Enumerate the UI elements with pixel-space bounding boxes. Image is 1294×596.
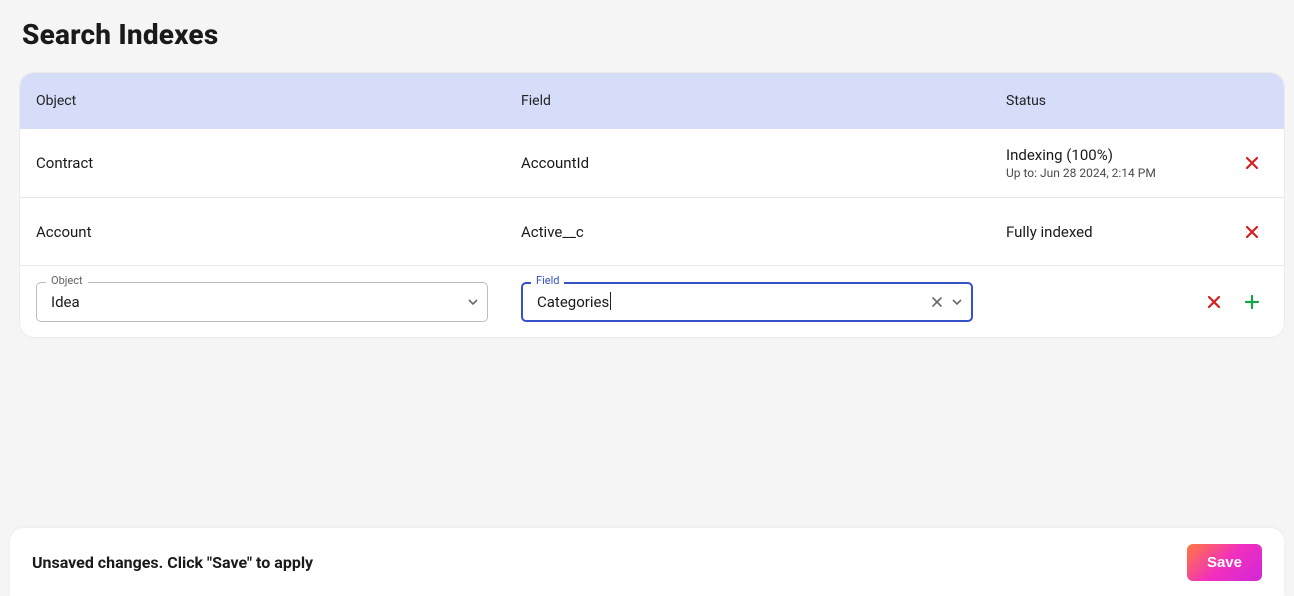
object-select-value: Idea <box>51 293 467 311</box>
save-button[interactable]: Save <box>1187 544 1262 581</box>
status-text: Indexing (100%) <box>1006 146 1184 164</box>
cell-object-input: Object Idea <box>36 282 521 322</box>
table-header-row: Object Field Status <box>20 73 1284 129</box>
close-icon <box>1244 155 1260 171</box>
cell-field: Active__c <box>521 223 1006 241</box>
close-icon <box>1244 224 1260 240</box>
delete-row-button[interactable] <box>1204 292 1224 312</box>
new-index-row: Object Idea Field Categorie <box>20 265 1284 337</box>
delete-row-button[interactable] <box>1242 153 1262 173</box>
cell-actions <box>1188 292 1268 312</box>
unsaved-changes-bar: Unsaved changes. Click "Save" to apply S… <box>10 528 1284 596</box>
field-combobox-value[interactable]: Categories <box>537 292 929 311</box>
delete-row-button[interactable] <box>1242 222 1262 242</box>
col-header-status: Status <box>1006 93 1188 109</box>
col-header-field: Field <box>521 93 1006 109</box>
table-row: Account Active__c Fully indexed <box>20 197 1284 265</box>
field-combobox-label: Field <box>531 274 564 288</box>
page-title: Search Indexes <box>22 18 1284 51</box>
caret-down-icon[interactable] <box>951 296 963 308</box>
caret-down-icon[interactable] <box>467 296 479 308</box>
clear-icon[interactable] <box>929 294 945 310</box>
cell-object: Contract <box>36 154 521 172</box>
cell-status: Fully indexed <box>1006 223 1188 241</box>
col-header-object: Object <box>36 93 521 109</box>
cell-object: Account <box>36 223 521 241</box>
cell-status: Indexing (100%) Up to: Jun 28 2024, 2:14… <box>1006 146 1188 180</box>
status-text: Fully indexed <box>1006 223 1184 241</box>
cell-field-input: Field Categories <box>521 282 1006 322</box>
page-root: Search Indexes Object Field Status Contr… <box>0 0 1294 596</box>
indexes-table: Object Field Status Contract AccountId I… <box>20 73 1284 337</box>
object-select[interactable]: Object Idea <box>36 282 488 322</box>
cell-field: AccountId <box>521 154 1006 172</box>
add-row-button[interactable] <box>1242 292 1262 312</box>
cell-actions <box>1188 153 1268 173</box>
object-select-label: Object <box>46 274 88 288</box>
table-row: Contract AccountId Indexing (100%) Up to… <box>20 129 1284 197</box>
status-subtext: Up to: Jun 28 2024, 2:14 PM <box>1006 166 1184 180</box>
cell-actions <box>1188 222 1268 242</box>
plus-icon <box>1244 294 1260 310</box>
unsaved-changes-message: Unsaved changes. Click "Save" to apply <box>32 553 313 572</box>
field-combobox[interactable]: Field Categories <box>521 282 973 322</box>
close-icon <box>1206 294 1222 310</box>
